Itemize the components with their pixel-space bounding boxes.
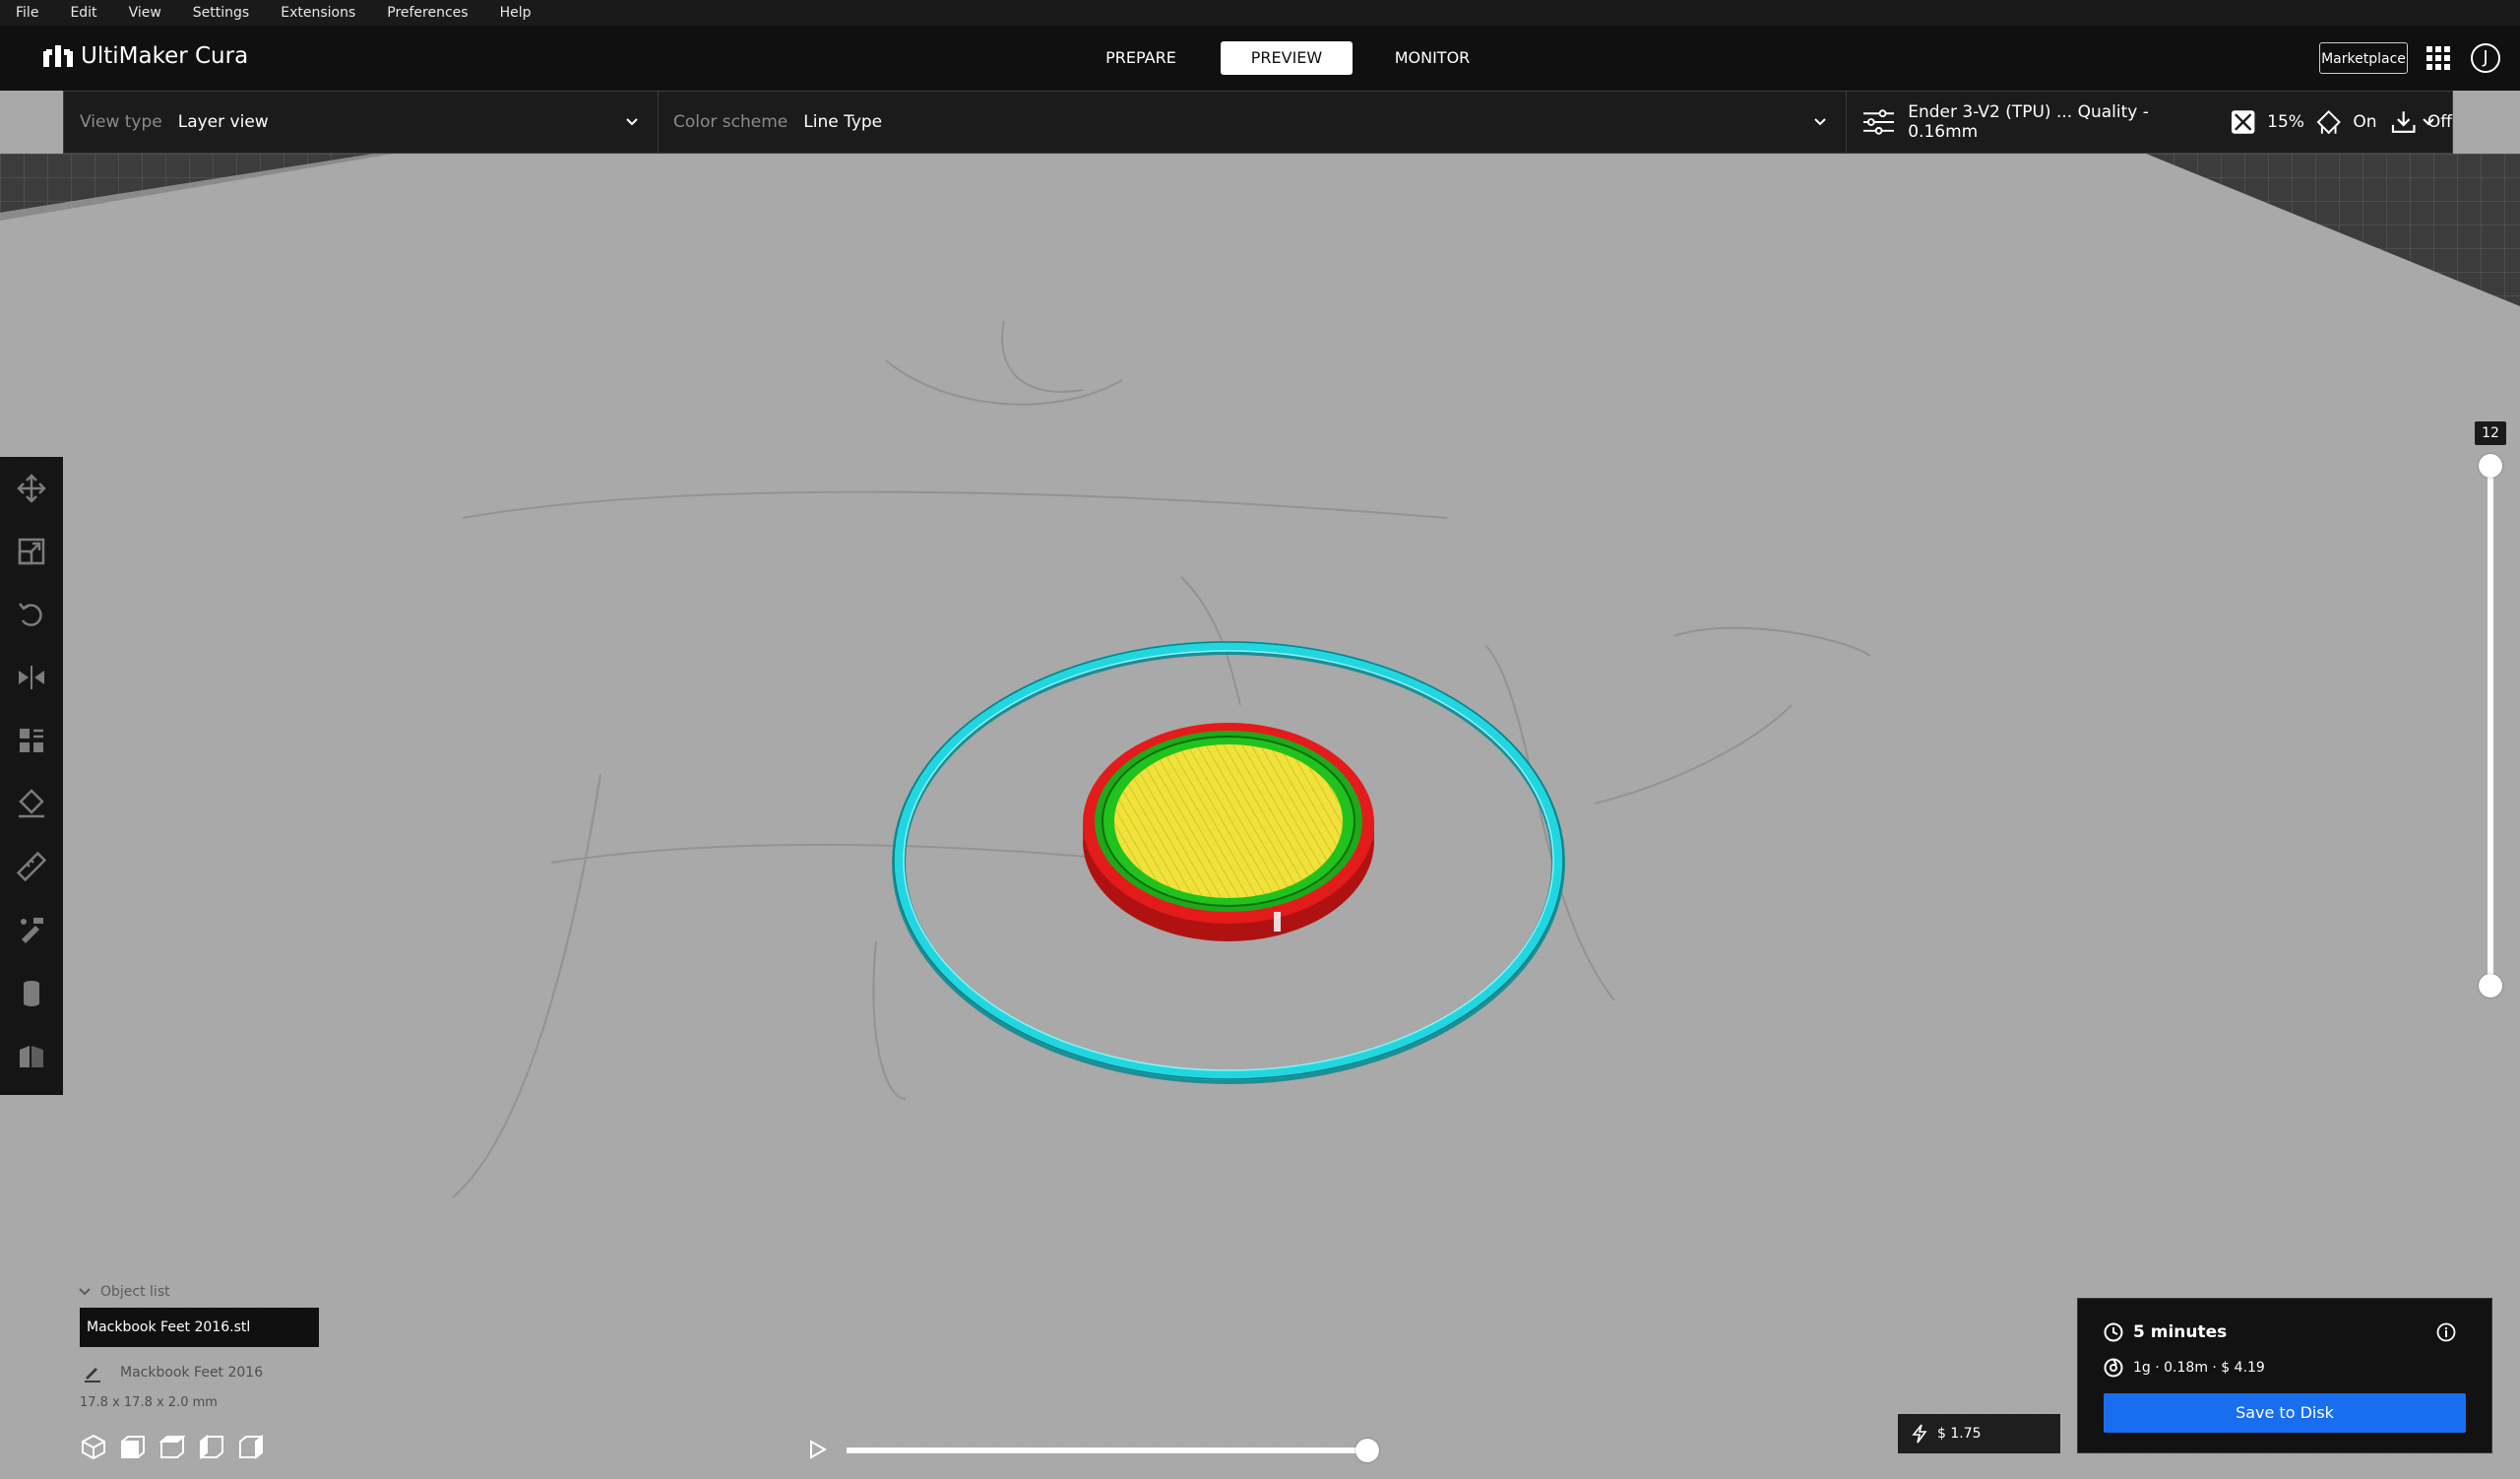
cost-indicator: $ 1.75 xyxy=(1898,1414,2060,1453)
tab-anti-warping-icon[interactable] xyxy=(16,1040,47,1071)
settings-sliders-icon xyxy=(1863,109,1895,135)
menu-preferences[interactable]: Preferences xyxy=(371,0,483,26)
layer-slider-track[interactable] xyxy=(2488,466,2493,986)
view-type-value: Layer view xyxy=(177,112,269,132)
printed-part xyxy=(1083,723,1374,941)
menu-extensions[interactable]: Extensions xyxy=(265,0,371,26)
chevron-down-icon[interactable] xyxy=(2423,118,2434,126)
marketplace-button[interactable]: Marketplace xyxy=(2319,42,2408,74)
layer-slider-upper-handle[interactable] xyxy=(2479,454,2502,478)
print-time-value: 5 minutes xyxy=(2133,1322,2228,1342)
front-view-icon[interactable] xyxy=(120,1434,146,1459)
object-name-field[interactable]: Mackbook Feet 2016 xyxy=(83,1363,263,1383)
top-view-icon[interactable] xyxy=(159,1434,185,1459)
view-type-select[interactable]: View type Layer view xyxy=(80,92,269,153)
menu-help[interactable]: Help xyxy=(484,0,547,26)
rotate-icon[interactable] xyxy=(16,599,47,630)
stage-tabs: PREPARE PREVIEW MONITOR xyxy=(1075,41,1498,75)
infill-value: 15% xyxy=(2267,112,2304,132)
toolbar-divider xyxy=(1846,92,1847,153)
chevron-down-icon xyxy=(79,1288,91,1296)
app-header: UltiMaker Cura PREPARE PREVIEW MONITOR M… xyxy=(0,26,2520,91)
measure-icon[interactable] xyxy=(16,851,47,882)
color-scheme-select[interactable]: Color scheme Line Type xyxy=(673,92,882,153)
object-list-toggle[interactable]: Object list xyxy=(79,1284,170,1300)
layer-number-badge: 12 xyxy=(2475,421,2506,445)
object-name: Mackbook Feet 2016 xyxy=(120,1365,264,1381)
object-dimensions: 17.8 x 17.8 x 2.0 mm xyxy=(80,1395,218,1410)
toolbar-divider xyxy=(658,92,659,153)
simulation-slider-handle[interactable] xyxy=(1355,1439,1379,1462)
print-settings-selector[interactable]: Ender 3-V2 (TPU) ... Quality - 0.16mm 15… xyxy=(1863,92,2452,153)
mirror-icon[interactable] xyxy=(16,662,47,693)
save-to-disk-button[interactable]: Save to Disk xyxy=(2104,1393,2466,1433)
ultimaker-logo-icon xyxy=(43,45,73,67)
color-scheme-value: Line Type xyxy=(803,112,883,132)
spool-icon xyxy=(2104,1358,2123,1378)
per-model-settings-icon[interactable] xyxy=(16,725,47,756)
left-view-icon[interactable] xyxy=(199,1434,224,1459)
menu-edit[interactable]: Edit xyxy=(54,0,112,26)
support-value: On xyxy=(2353,112,2377,132)
camera-view-buttons xyxy=(81,1434,264,1459)
tool-strip xyxy=(0,457,63,1095)
color-scheme-label: Color scheme xyxy=(673,112,788,132)
material-estimate-value: 1g · 0.18m · $ 4.19 xyxy=(2133,1360,2265,1376)
adhesion-icon xyxy=(2391,111,2416,133)
tab-preview[interactable]: PREVIEW xyxy=(1221,41,1353,75)
move-icon[interactable] xyxy=(16,473,47,504)
menu-file[interactable]: File xyxy=(0,0,54,26)
cost-value: $ 1.75 xyxy=(1937,1426,1982,1442)
account-avatar[interactable]: J xyxy=(2471,43,2500,73)
infill-icon xyxy=(2231,110,2255,134)
chevron-down-icon[interactable] xyxy=(1814,118,1826,126)
menu-bar: File Edit View Settings Extensions Prefe… xyxy=(0,0,2520,26)
object-list-label: Object list xyxy=(100,1284,170,1300)
view-type-label: View type xyxy=(80,112,162,132)
clock-icon xyxy=(2104,1322,2123,1342)
tab-monitor[interactable]: MONITOR xyxy=(1366,41,1498,75)
menu-view[interactable]: View xyxy=(113,0,177,26)
3d-viewport[interactable] xyxy=(0,154,2520,1479)
support-icon xyxy=(2316,109,2341,135)
chevron-down-icon[interactable] xyxy=(626,118,638,126)
print-info-panel: 5 minutes 1g · 0.18m · $ 4.19 Save to Di… xyxy=(2077,1298,2492,1453)
layer-slider-lower-handle[interactable] xyxy=(2479,974,2502,997)
scale-icon[interactable] xyxy=(16,536,47,567)
info-icon[interactable] xyxy=(2436,1322,2456,1342)
simulation-slider-track[interactable] xyxy=(847,1447,1368,1453)
view-toolbar: View type Layer view Color scheme Line T… xyxy=(63,91,2453,154)
lightning-icon xyxy=(1912,1424,1927,1444)
app-title: UltiMaker Cura xyxy=(81,43,249,69)
menu-settings[interactable]: Settings xyxy=(177,0,265,26)
pencil-icon xyxy=(85,1368,100,1383)
material-estimate: 1g · 0.18m · $ 4.19 xyxy=(2104,1358,2265,1378)
app-logo: UltiMaker Cura xyxy=(43,43,248,69)
print-time: 5 minutes xyxy=(2104,1322,2227,1342)
right-view-icon[interactable] xyxy=(238,1434,264,1459)
paint-icon[interactable] xyxy=(16,914,47,945)
cylinder-icon[interactable] xyxy=(16,977,47,1008)
3d-view-icon[interactable] xyxy=(81,1434,106,1459)
support-blocker-icon[interactable] xyxy=(16,788,47,819)
object-file-item[interactable]: Mackbook Feet 2016.stl xyxy=(80,1308,319,1347)
play-icon[interactable] xyxy=(809,1440,827,1459)
printer-profile: Ender 3-V2 (TPU) ... Quality - 0.16mm xyxy=(1908,102,2149,142)
apps-grid-icon[interactable] xyxy=(2426,45,2451,71)
tab-prepare[interactable]: PREPARE xyxy=(1075,41,1207,75)
